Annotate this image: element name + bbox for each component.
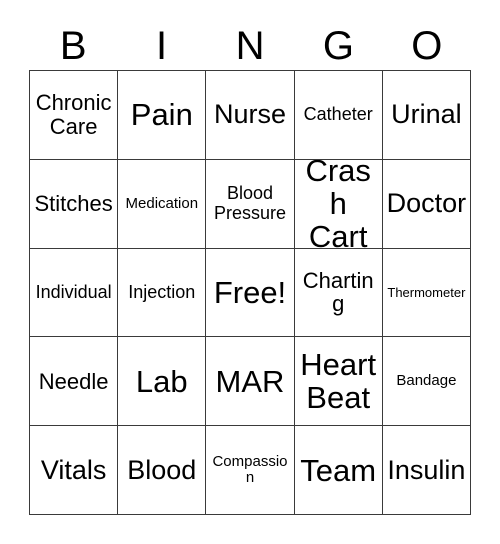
bingo-cell-label: Pain [130,97,193,133]
bingo-cell[interactable]: Chronic Care [30,71,119,160]
header-letter-g: G [322,24,354,68]
bingo-cell-label: Injection [128,281,196,302]
bingo-cell-label: Catheter [303,104,373,125]
header-letter-n: N [235,24,265,68]
bingo-free-space[interactable]: Free! [206,248,295,338]
bingo-cell[interactable]: Insulin [382,426,471,515]
header-letter-i: I [156,24,168,68]
bingo-cell[interactable]: Blood Pressure [206,159,295,249]
bingo-cell[interactable]: Nurse [206,71,295,160]
bingo-cell[interactable]: Team [294,426,383,515]
bingo-cell[interactable]: Vitals [30,426,119,515]
bingo-cell-label: Needle [38,368,109,394]
bingo-cell[interactable]: Lab [118,337,207,427]
bingo-cell[interactable]: Injection [118,248,207,338]
bingo-cell[interactable]: Thermometer [382,248,471,338]
bingo-cell-label: Thermometer [387,284,466,300]
bingo-cell[interactable]: MAR [206,337,295,427]
bingo-cell-label: Insulin [387,454,466,485]
bingo-cell-label: Individual [35,281,112,302]
bingo-cell-label: Blood Pressure [213,183,286,223]
bingo-cell-label: Urinal [391,99,462,130]
bingo-cell[interactable]: Catheter [294,71,383,160]
bingo-cell[interactable]: Compassion [206,426,295,515]
bingo-cell[interactable]: Bandage [382,337,471,427]
bingo-cell[interactable]: Heart Beat [294,337,383,427]
bingo-cell-label: Medication [125,194,199,212]
bingo-cell-label: Chronic Care [35,90,112,139]
bingo-cell-label: Compassion [212,453,288,487]
bingo-cell[interactable]: Individual [30,248,119,338]
header-letter-o: O [411,24,443,68]
bingo-cell-label: Stitches [34,190,113,216]
bingo-cell-label: Blood [127,454,197,485]
bingo-card: B I N G O Chronic Care Pain Nurse Catheter U… [0,0,500,544]
bingo-cell[interactable]: Medication [118,159,207,249]
bingo-cell-label: Crash Cart [305,159,371,249]
bingo-cell[interactable]: Pain [118,71,207,160]
bingo-cell-label: Doctor [386,188,467,219]
bingo-cell-label: MAR [215,363,285,399]
bingo-cell-label: Vitals [40,454,107,485]
bingo-cell-label: Team [300,452,377,488]
bingo-cell-label: Lab [135,363,188,399]
bingo-cell[interactable]: Urinal [382,71,471,160]
bingo-cell-label: Charting [302,267,374,317]
bingo-cell-label: Nurse [213,99,286,130]
bingo-header: B I N G O [29,22,471,70]
bingo-cell[interactable]: Stitches [30,159,119,249]
bingo-cell[interactable]: Doctor [382,159,471,249]
bingo-cell[interactable]: Blood [118,426,207,515]
bingo-grid: Chronic Care Pain Nurse Catheter Urinal Stitc… [29,70,471,515]
bingo-cell-label: Bandage [396,372,457,390]
bingo-cell-label: Heart Beat [300,347,377,416]
bingo-cell[interactable]: Crash Cart [294,159,383,249]
header-letter-b: B [59,24,87,68]
bingo-cell[interactable]: Charting [294,248,383,338]
bingo-cell[interactable]: Needle [30,337,119,427]
bingo-cell-label: Free! [213,274,287,310]
